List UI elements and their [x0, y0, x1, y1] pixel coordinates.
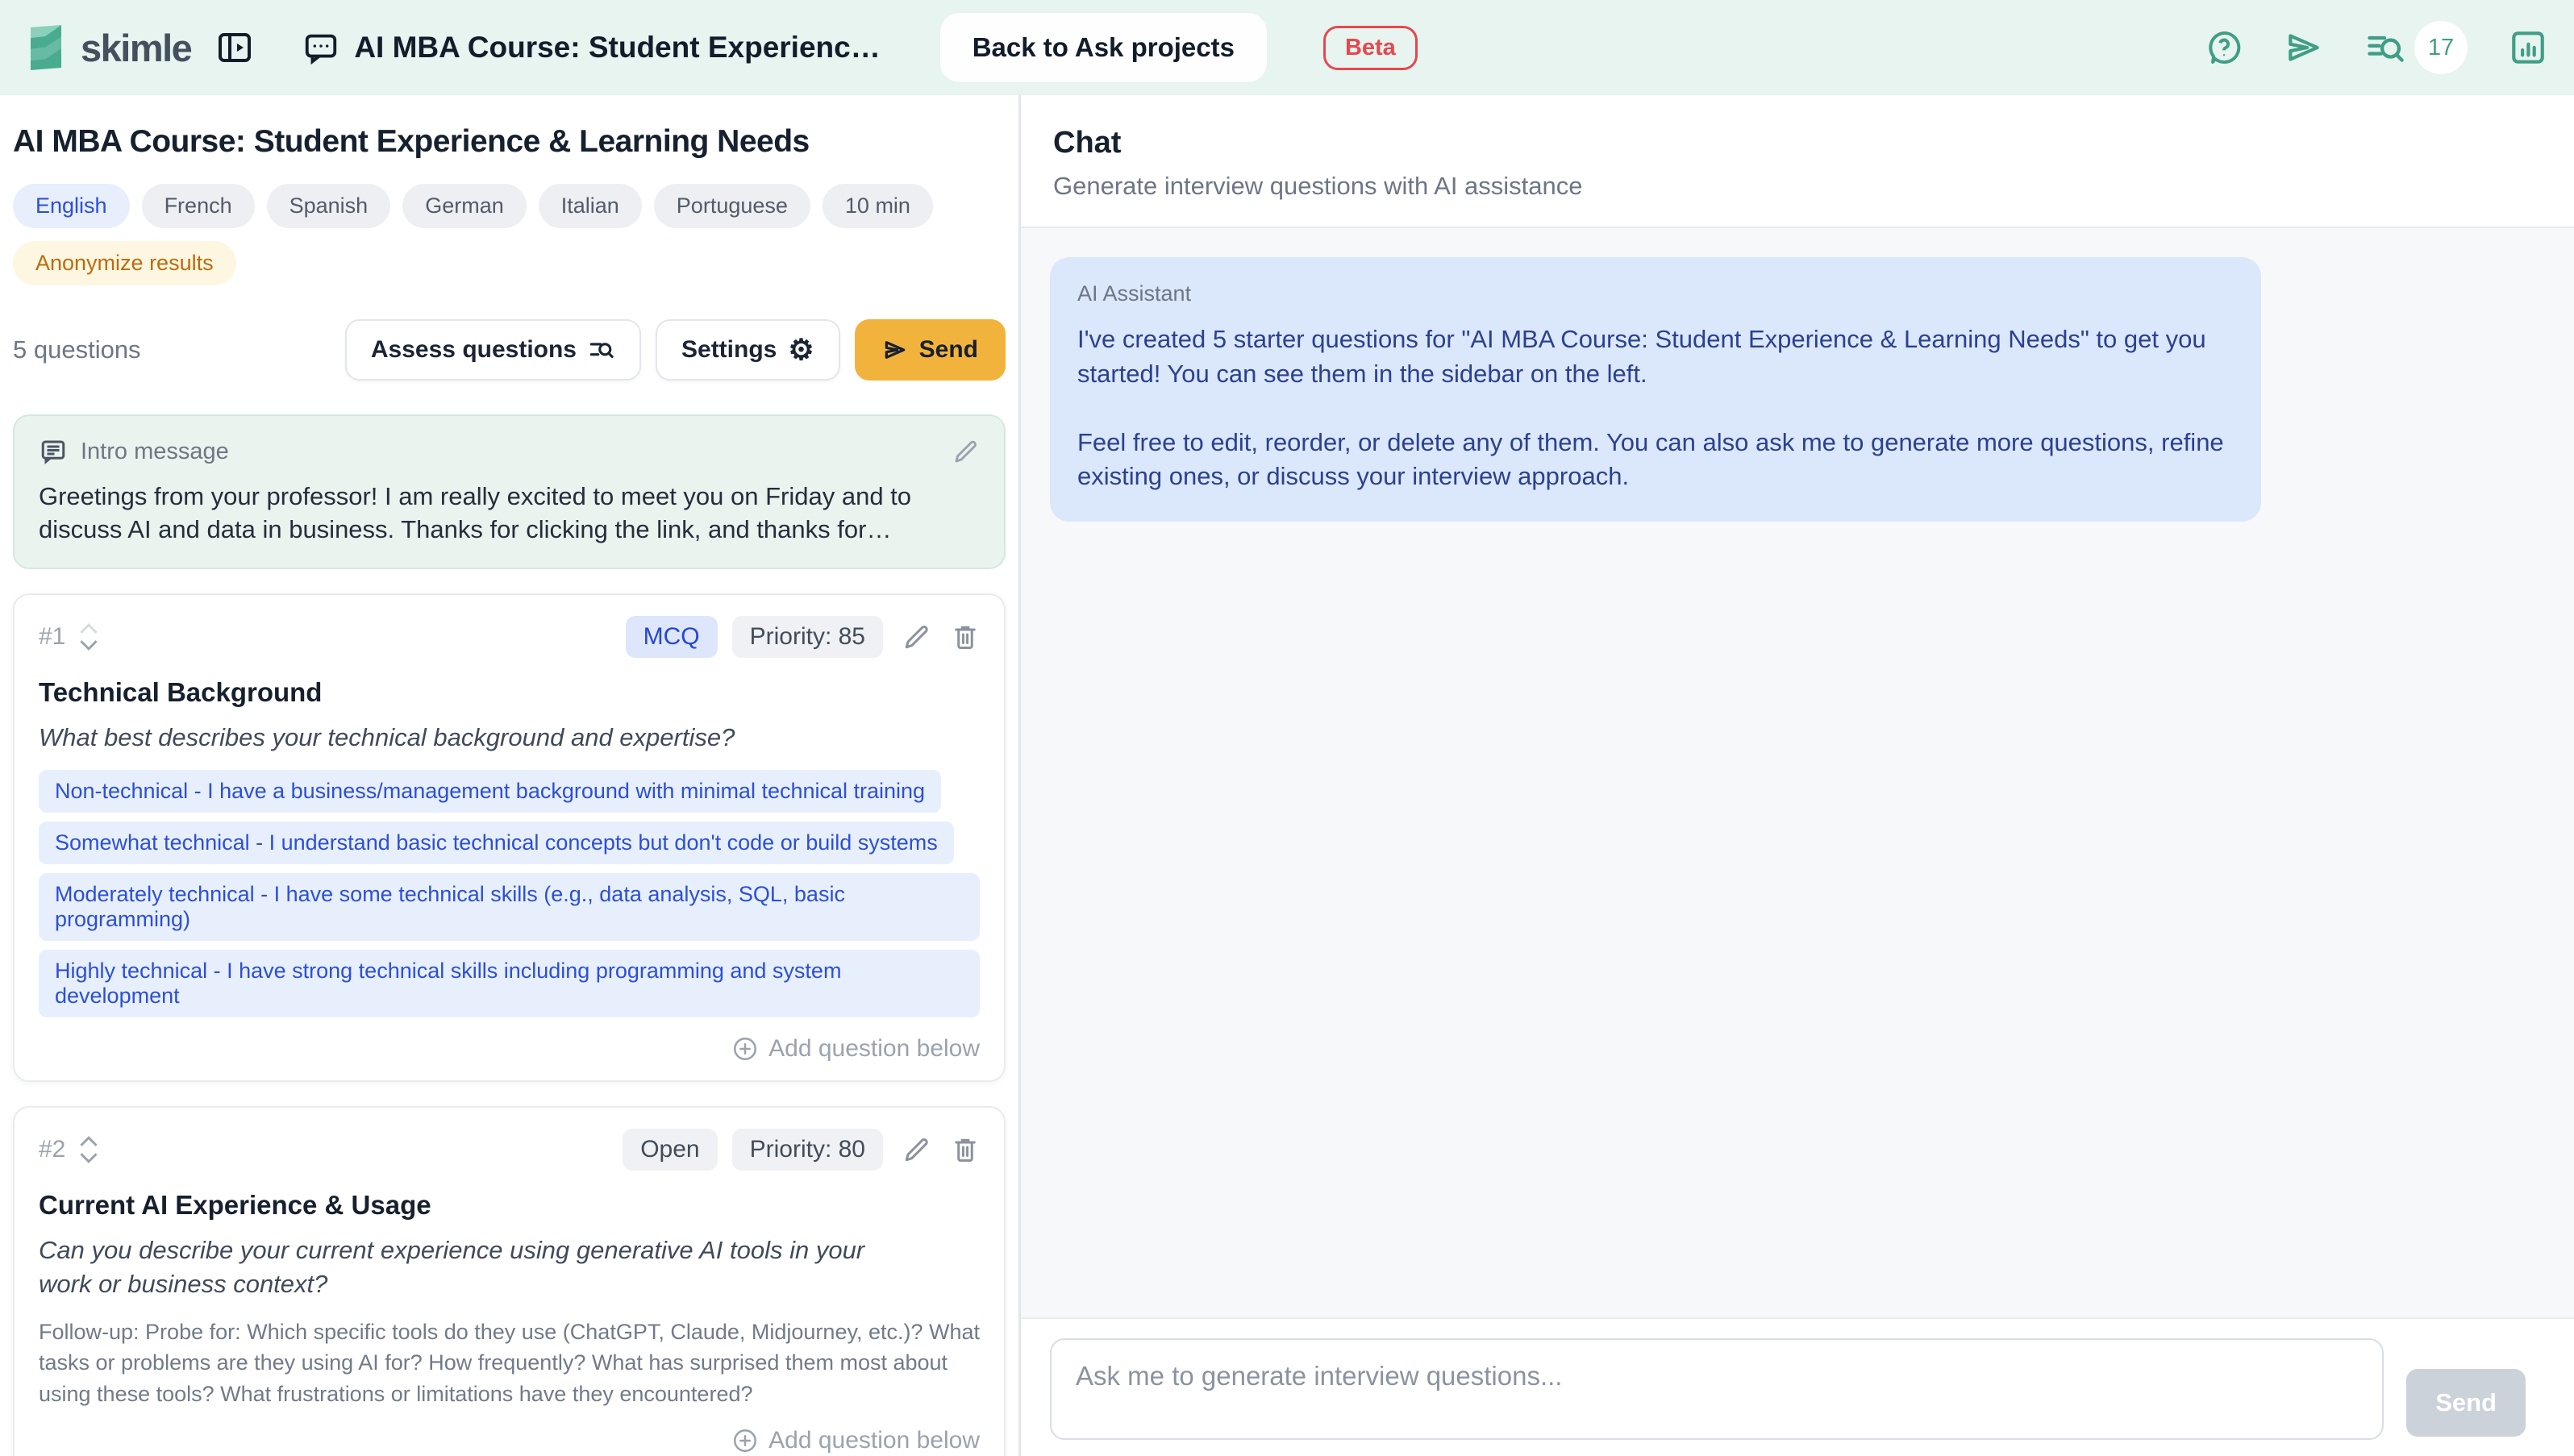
chat-header: Chat Generate interview questions with A… [1021, 95, 2574, 227]
settings-label: Settings [681, 336, 777, 364]
question-number: #1 [39, 623, 65, 651]
question-count-label: 5 questions [13, 335, 141, 364]
sidebar-toggle-icon[interactable] [215, 28, 254, 67]
edit-question-icon[interactable] [902, 1135, 931, 1164]
language-chips-row: English French Spanish German Italian Po… [13, 184, 1006, 228]
plus-circle-icon [731, 1035, 759, 1063]
intro-text: Greetings from your professor! I am real… [39, 480, 980, 547]
send-label: Send [919, 336, 978, 364]
question-card-1: #1 MCQ Priority: 85 [13, 593, 1006, 1082]
actions-buttons: Assess questions Settings ⚙ [345, 319, 1006, 381]
chip-french[interactable]: French [142, 184, 255, 228]
chat-subtitle: Generate interview questions with AI ass… [1053, 172, 2542, 201]
add-question-below-button[interactable]: Add question below [39, 1427, 980, 1454]
assess-questions-button[interactable]: Assess questions [345, 319, 641, 381]
back-to-projects-button[interactable]: Back to Ask projects [940, 13, 1267, 82]
main-area: AI MBA Course: Student Experience & Lear… [0, 95, 2574, 1456]
add-question-label: Add question below [768, 1427, 980, 1454]
app-root: skimle AI MBA Course: Student Experienc… [0, 0, 2574, 1456]
send-plane-icon[interactable] [2284, 27, 2324, 68]
chat-messages-area: AI Assistant I've created 5 starter ques… [1021, 227, 2574, 1317]
questions-panel: AI MBA Course: Student Experience & Lear… [0, 95, 1021, 1456]
chat-panel: Chat Generate interview questions with A… [1021, 95, 2574, 1456]
project-title: AI MBA Course: Student Experienc… [354, 31, 880, 64]
brand-name: skimle [81, 26, 191, 70]
chip-english[interactable]: English [13, 184, 130, 228]
results-chart-icon[interactable] [2508, 27, 2548, 68]
chat-bubble-icon [302, 29, 339, 66]
header-actions: 17 [2205, 21, 2548, 74]
question-count-badge: 17 [2414, 21, 2468, 74]
question-2-toprow: #2 Open Priority: 80 [39, 1129, 980, 1171]
chat-input[interactable] [1050, 1338, 2384, 1440]
move-down-icon[interactable] [78, 1151, 99, 1164]
chat-send-button[interactable]: Send [2406, 1369, 2526, 1437]
chat-input-bar: Send [1021, 1317, 2574, 1456]
plus-circle-icon [731, 1427, 759, 1454]
question-type-badge: MCQ [626, 616, 718, 658]
question-number: #2 [39, 1136, 65, 1163]
question-title: Current AI Experience & Usage [39, 1190, 980, 1221]
intro-header: Intro message [39, 437, 980, 466]
chip-duration: 10 min [823, 184, 933, 228]
help-icon[interactable] [2205, 28, 2243, 67]
intro-label: Intro message [81, 439, 229, 465]
chip-portuguese[interactable]: Portuguese [654, 184, 810, 228]
followup-text: Follow-up: Probe for: Which specific too… [39, 1317, 980, 1409]
project-header: AI MBA Course: Student Experienc… [302, 29, 880, 66]
mcq-option: Somewhat technical - I understand basic … [39, 822, 954, 864]
message-doc-icon [39, 437, 68, 466]
question-title: Technical Background [39, 677, 980, 708]
edit-question-icon[interactable] [902, 622, 931, 651]
assess-questions-label: Assess questions [371, 336, 577, 364]
reorder-controls [78, 1135, 99, 1164]
search-list-icon[interactable] [2364, 27, 2406, 69]
question-1-badges: MCQ Priority: 85 [626, 616, 980, 658]
chip-italian[interactable]: Italian [539, 184, 642, 228]
search-questions-group: 17 [2364, 21, 2468, 74]
mcq-option: Moderately technical - I have some techn… [39, 873, 980, 941]
question-2-badges: Open Priority: 80 [623, 1129, 980, 1171]
anonymize-row: Anonymize results [13, 241, 1006, 285]
send-plane-small-icon [882, 337, 908, 363]
question-type-badge: Open [623, 1129, 717, 1171]
ai-message-paragraph: I've created 5 starter questions for "AI… [1077, 322, 2234, 392]
intro-message-card: Intro message Greetings from your profes… [13, 414, 1006, 569]
gear-icon: ⚙ [788, 335, 814, 364]
chip-spanish[interactable]: Spanish [267, 184, 391, 228]
priority-badge: Priority: 80 [732, 1129, 883, 1171]
question-1-toprow: #1 MCQ Priority: 85 [39, 616, 980, 658]
delete-question-icon[interactable] [951, 622, 980, 651]
chat-title: Chat [1053, 126, 2542, 160]
send-survey-button[interactable]: Send [855, 319, 1006, 381]
reorder-controls [78, 622, 99, 651]
ai-assistant-label: AI Assistant [1077, 281, 2234, 306]
question-card-2: #2 Open Priority: 80 [13, 1106, 1006, 1456]
add-question-below-button[interactable]: Add question below [39, 1035, 980, 1063]
mcq-option: Highly technical - I have strong technic… [39, 950, 980, 1017]
top-header: skimle AI MBA Course: Student Experienc… [0, 0, 2574, 95]
move-up-icon[interactable] [78, 1135, 99, 1148]
move-down-icon[interactable] [78, 639, 99, 651]
settings-button[interactable]: Settings ⚙ [656, 319, 840, 381]
ai-message-paragraph: Feel free to edit, reorder, or delete an… [1077, 426, 2234, 495]
mcq-option: Non-technical - I have a business/manage… [39, 770, 941, 813]
beta-badge: Beta [1323, 26, 1418, 70]
ai-assistant-message: AI Assistant I've created 5 starter ques… [1050, 257, 2261, 522]
chip-german[interactable]: German [402, 184, 527, 228]
assess-search-icon [588, 336, 615, 364]
move-up-icon[interactable] [78, 622, 99, 635]
mcq-options: Non-technical - I have a business/manage… [39, 770, 980, 1017]
question-text: Can you describe your current experience… [39, 1233, 910, 1303]
actions-row: 5 questions Assess questions [13, 319, 1006, 381]
priority-badge: Priority: 85 [732, 616, 883, 658]
anonymize-chip: Anonymize results [13, 241, 236, 285]
intro-edit-icon[interactable] [952, 438, 980, 465]
add-question-label: Add question below [768, 1035, 980, 1063]
question-text: What best describes your technical backg… [39, 721, 980, 755]
skimle-logo-icon [26, 23, 68, 73]
page-title: AI MBA Course: Student Experience & Lear… [13, 124, 1006, 160]
brand: skimle [26, 23, 191, 73]
delete-question-icon[interactable] [951, 1135, 980, 1164]
